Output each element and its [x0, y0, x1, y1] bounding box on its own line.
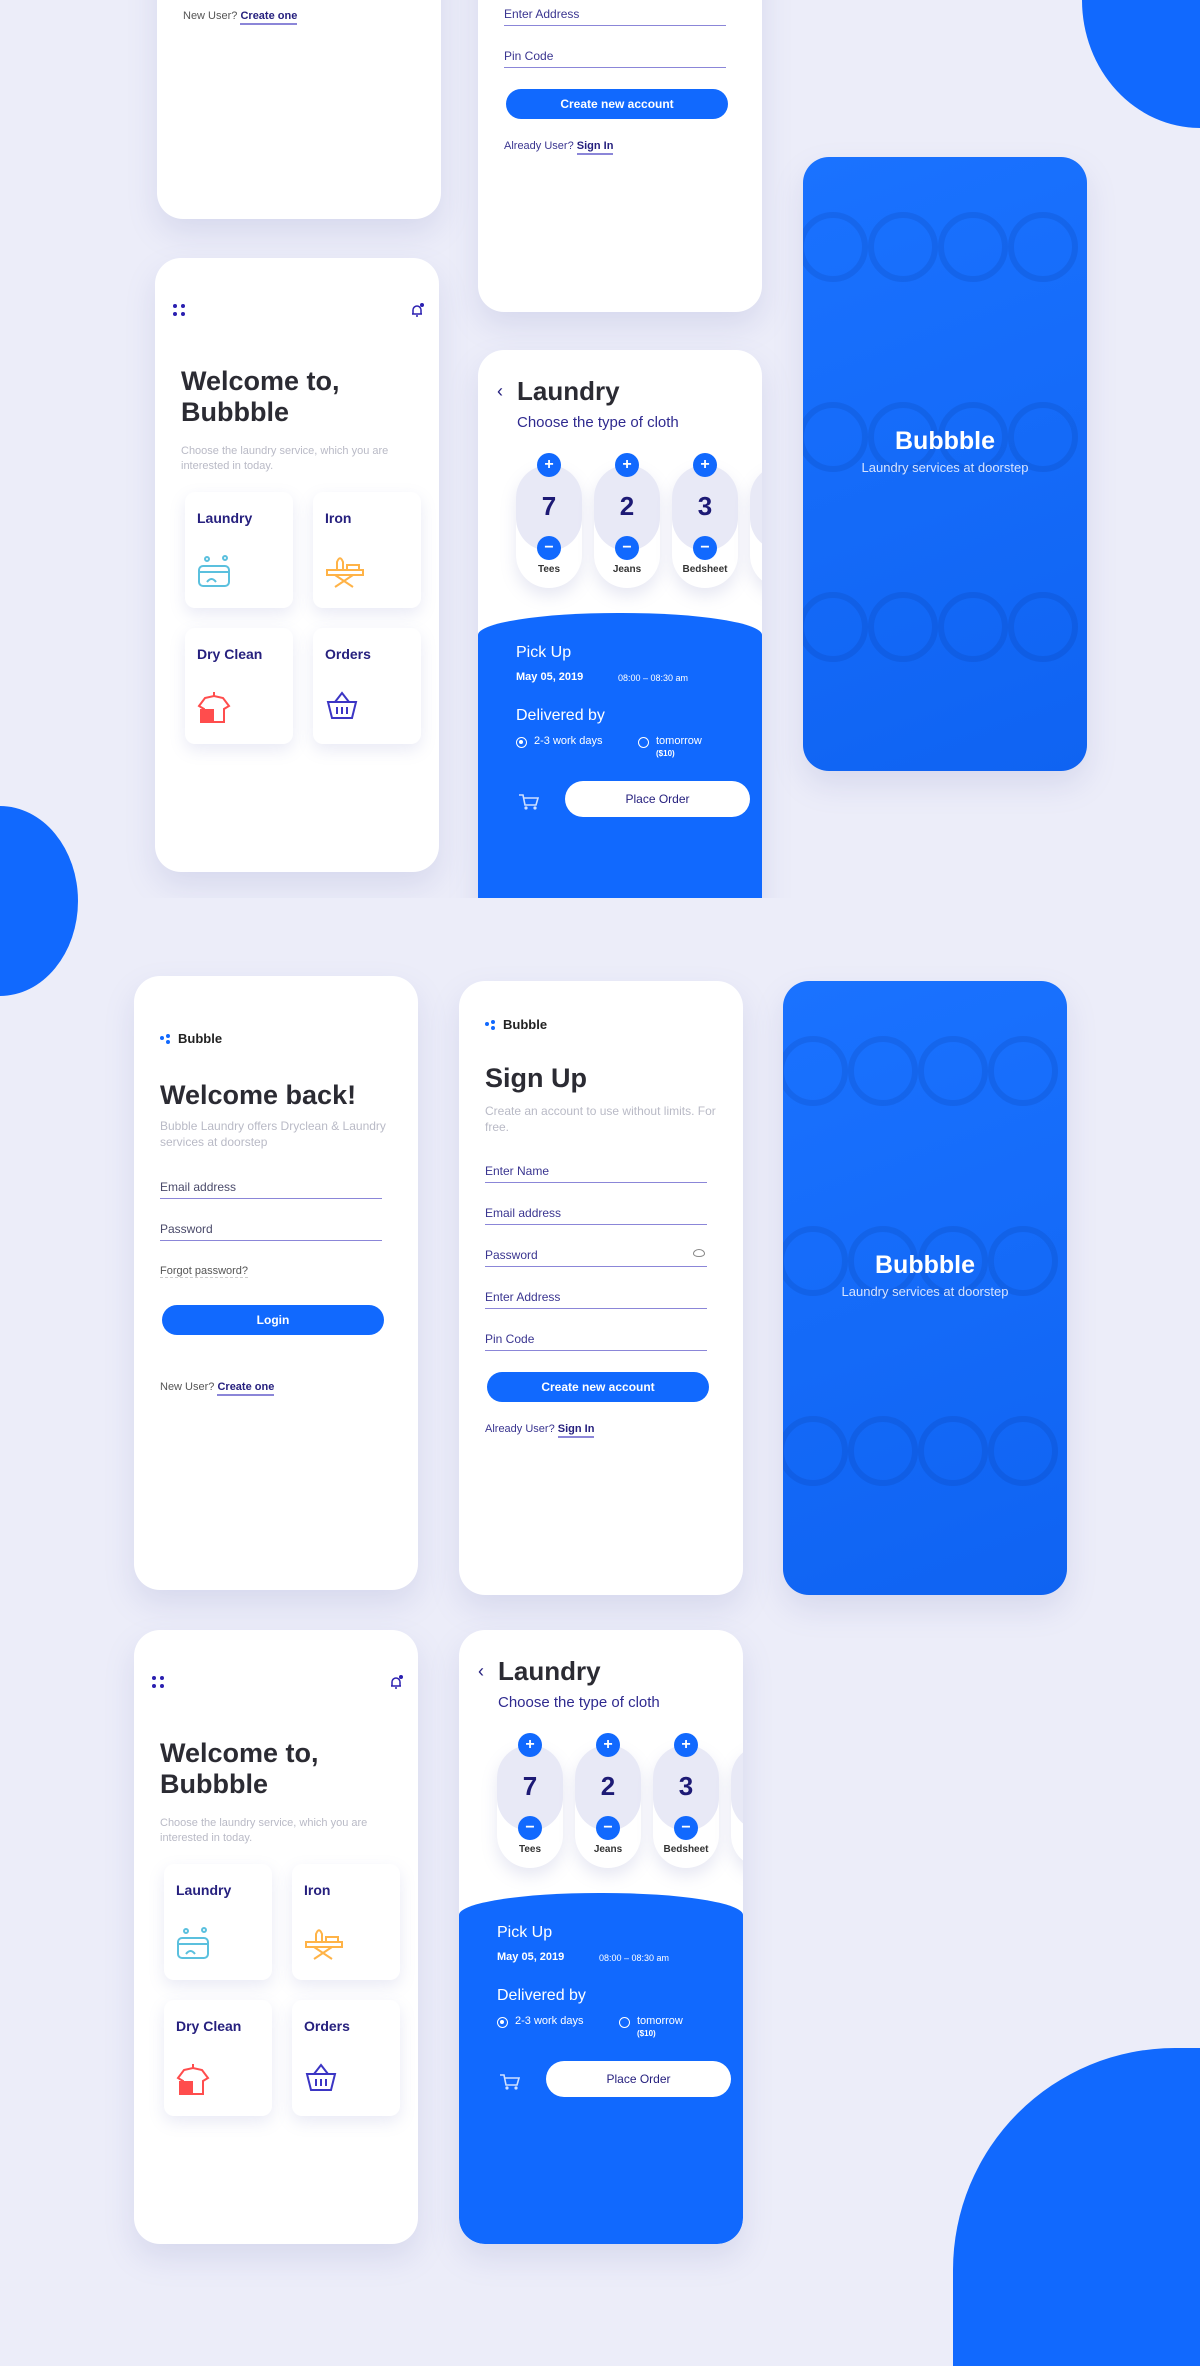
service-label: Iron: [304, 1882, 331, 1898]
login-button[interactable]: Login: [162, 1305, 384, 1335]
home-title: Welcome to,: [160, 1738, 319, 1768]
create-account-link[interactable]: Create one: [217, 1381, 275, 1396]
new-user-label: New User?: [160, 1381, 215, 1393]
create-account-button[interactable]: Create new account: [487, 1372, 709, 1402]
signup-card: Bubble Sign Up Create an account to use …: [459, 981, 743, 1595]
login-card: Bubble Welcome back! Bubble Laundry offe…: [134, 976, 418, 1590]
minus-button[interactable]: −: [674, 1816, 698, 1840]
service-tile-iron[interactable]: Iron: [292, 1864, 400, 1980]
chevron-left-icon[interactable]: ‹: [478, 1661, 484, 1682]
password-field[interactable]: Password: [160, 1221, 382, 1241]
service-tile-laundry[interactable]: Laundry: [164, 1864, 272, 1980]
plus-button[interactable]: +: [518, 1733, 542, 1757]
signup-field[interactable]: Enter Address: [485, 1289, 707, 1309]
page-title: Laundry: [498, 1656, 601, 1686]
service-label: Orders: [304, 2018, 350, 2034]
page-subtitle: Create an account to use without limits.…: [485, 1104, 716, 1134]
home-card: Welcome to, Bubbble Choose the laundry s…: [134, 1630, 418, 2244]
quantity-stepper: 2 + − Jeans: [575, 1733, 641, 1868]
main-preview-section: Bubble Welcome back! Bubble Laundry offe…: [0, 0, 1200, 2366]
field-label: Pin Code: [485, 1332, 535, 1346]
radio-tomorrow[interactable]: [619, 2017, 630, 2028]
brand-logo: Bubble: [160, 1031, 222, 1046]
eye-icon[interactable]: [693, 1249, 705, 1257]
signup-field[interactable]: Pin Code: [485, 1331, 707, 1351]
field-label: Enter Name: [485, 1164, 550, 1178]
splash-title: Bubbble: [875, 1251, 975, 1279]
item-count: 7: [522, 1771, 538, 1801]
page-title: Welcome back!: [160, 1080, 357, 1110]
page-subtitle: Choose the type of cloth: [498, 1694, 660, 1711]
item-label: Jeans: [593, 1844, 623, 1855]
service-tile-dry-clean[interactable]: Dry Clean: [164, 2000, 272, 2116]
service-label: Laundry: [176, 1882, 232, 1898]
plus-button[interactable]: +: [674, 1733, 698, 1757]
item-label: Tees: [518, 1844, 542, 1855]
service-tile-orders[interactable]: Orders: [292, 2000, 400, 2116]
brand-logo: Bubble: [485, 1017, 547, 1032]
option-price: ($10): [637, 2029, 656, 2038]
field-label: Password: [485, 1248, 538, 1262]
bell-icon[interactable]: [389, 1675, 403, 1689]
grid-dots-icon[interactable]: [152, 1676, 164, 1688]
already-user-label: Already User?: [485, 1423, 555, 1435]
option-label: 2-3 work days: [515, 2015, 584, 2027]
cart-icon[interactable]: [499, 2073, 521, 2091]
radio-2-3-days[interactable]: [497, 2017, 508, 2028]
forgot-password-link[interactable]: Forgot password?: [160, 1265, 249, 1278]
splash-card: Bubbble Laundry services at doorstep: [783, 981, 1067, 1595]
page-title: Sign Up: [485, 1063, 587, 1093]
pickup-label: Pick Up: [497, 1924, 553, 1941]
quantity-stepper-partial: [731, 1745, 743, 1868]
quantity-stepper: 7 + − Tees: [497, 1733, 563, 1868]
delivered-label: Delivered by: [497, 1987, 586, 2004]
brand-name: Bubble: [503, 1017, 548, 1032]
logo-dots-icon: [485, 1019, 495, 1030]
place-order-button[interactable]: Place Order: [546, 2061, 731, 2097]
pickup-date[interactable]: May 05, 2019: [497, 1951, 564, 1963]
item-label: Bedsheet: [663, 1844, 709, 1855]
splash-subtitle: Laundry services at doorstep: [841, 1284, 1009, 1299]
item-count: 2: [600, 1771, 616, 1801]
home-subtitle: Choose the laundry service, which you ar…: [160, 1817, 368, 1844]
email-field[interactable]: Email address: [160, 1179, 382, 1199]
order-panel: Pick Up May 05, 2019 08:00 – 08:30 am De…: [459, 1893, 743, 2244]
service-label: Dry Clean: [176, 2018, 242, 2034]
logo-dots-icon: [160, 1033, 170, 1044]
field-label: Email address: [485, 1206, 562, 1220]
signup-field[interactable]: Password: [485, 1247, 707, 1267]
signup-field[interactable]: Email address: [485, 1205, 707, 1225]
field-label: Enter Address: [485, 1290, 561, 1304]
home-title-brand: Bubbble: [160, 1769, 268, 1799]
plus-button[interactable]: +: [596, 1733, 620, 1757]
signup-field[interactable]: Enter Name: [485, 1163, 707, 1183]
page-subtitle: Bubble Laundry offers Dryclean & Laundry…: [160, 1119, 386, 1149]
minus-button[interactable]: −: [596, 1816, 620, 1840]
pickup-time[interactable]: 08:00 – 08:30 am: [599, 1953, 669, 1963]
minus-button[interactable]: −: [518, 1816, 542, 1840]
sign-in-link[interactable]: Sign In: [557, 1423, 595, 1438]
brand-name: Bubble: [178, 1031, 223, 1046]
quantity-stepper: 3 + − Bedsheet: [653, 1733, 719, 1868]
laundry-card: ‹ Laundry Choose the type of cloth 7 + − Te…: [459, 1630, 743, 2244]
option-label: tomorrow: [637, 2015, 683, 2027]
item-count: 3: [678, 1771, 694, 1801]
